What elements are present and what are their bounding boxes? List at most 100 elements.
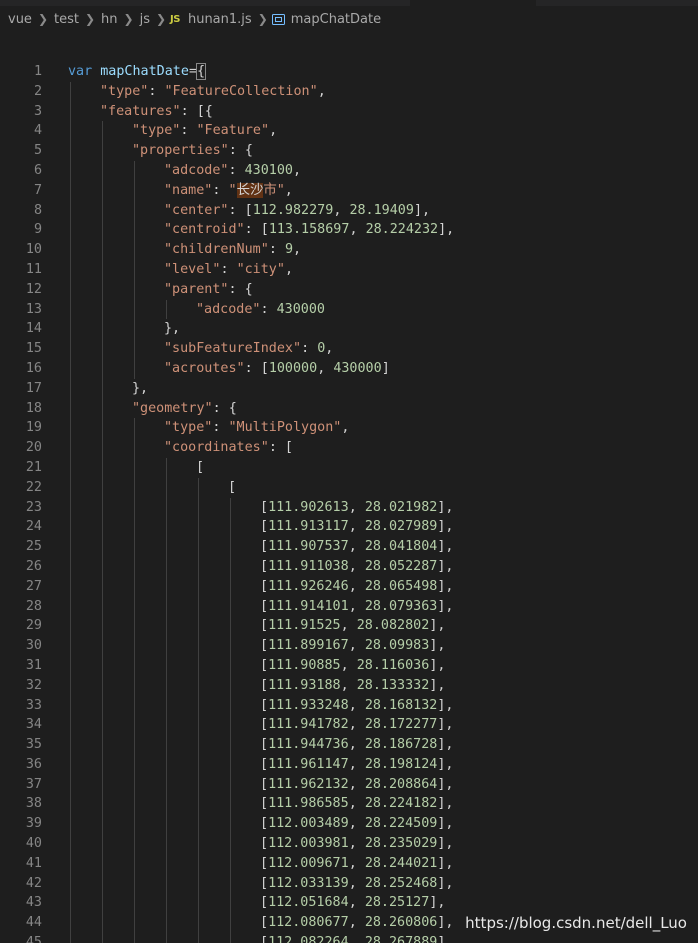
code-line[interactable]: 32 [111.93188, 28.133332], [0,675,698,696]
code-line[interactable]: 39 [112.003489, 28.224509], [0,814,698,835]
breadcrumb-item-symbol[interactable]: mapChatDate [289,12,383,27]
code-line[interactable]: 42 [112.033139, 28.252468], [0,873,698,894]
code-line[interactable]: 43 [112.051684, 28.25127], [0,893,698,914]
indent-guide [198,517,199,538]
code-line[interactable]: 31 [111.90885, 28.116036], [0,655,698,676]
code-line[interactable]: 28 [111.914101, 28.079363], [0,596,698,617]
number-token: 111.933248 [268,697,349,713]
indent-guide [70,259,71,280]
code-line[interactable]: 35 [111.944736, 28.186728], [0,735,698,755]
code-line[interactable]: 9 "centroid": [113.158697, 28.224232], [0,220,698,241]
punctuation-token: ], [437,776,454,792]
code-line[interactable]: 38 [111.986585, 28.224182], [0,794,698,815]
code-editor[interactable]: 1 var mapChatDate={2 "type": "FeatureColle… [0,62,698,943]
indent-guide [102,160,103,181]
code-line[interactable]: 33 [111.933248, 28.168132], [0,695,698,716]
number-token: 111.986585 [268,796,349,812]
indent-guide [134,556,135,577]
chevron-right-icon: ❯ [123,12,134,26]
indent-guide [70,933,71,943]
breadcrumb-item-vue[interactable]: vue [6,12,34,27]
punctuation-token: = [188,64,197,79]
indent-guide [102,893,103,914]
code-line[interactable]: 20 "coordinates": [ [0,438,698,458]
code-line[interactable]: 1 var mapChatDate={ [0,62,698,82]
code-line[interactable]: 45 [112.082264, 28.267889], [0,933,698,943]
code-line[interactable]: 40 [112.003981, 28.235029], [0,834,698,854]
code-line[interactable]: 30 [111.899167, 28.09983], [0,636,698,656]
code-line[interactable]: 41 [112.009671, 28.244021], [0,853,698,874]
code-line[interactable]: 6 "adcode": 430100, [0,160,698,181]
code-line[interactable]: 21 [ [0,457,698,478]
indent-guide [134,537,135,557]
code-line[interactable]: 37 [111.962132, 28.208864], [0,774,698,795]
indent-guide [166,596,167,617]
code-line[interactable]: 12 "parent": { [0,279,698,300]
number-token: 28.224509 [364,816,438,832]
code-line[interactable]: 26 [111.911038, 28.052287], [0,556,698,577]
code-line[interactable]: 23 [111.902613, 28.021982], [0,497,698,518]
indent-guide [70,279,71,300]
code-line[interactable]: 17}, [0,378,698,399]
indent-guide [102,477,103,498]
code-line[interactable]: 22 [ [0,477,698,498]
line-number: 35 [25,737,42,753]
punctuation-token: , [348,796,365,812]
line-number: 33 [25,697,42,713]
indent-guide [166,477,167,498]
number-token: 112.982279 [252,202,334,218]
breadcrumb-item-file[interactable]: hunan1.js [186,12,254,27]
indent-guide [230,735,231,755]
code-text: "subFeatureIndex": 0, [164,339,333,359]
code-line[interactable]: 11 "level": "city", [0,259,698,280]
punctuation-token: , [348,915,365,931]
code-line[interactable]: 2 "type": "FeatureCollection", [0,81,698,102]
code-line[interactable]: 29 [111.91525, 28.082802], [0,616,698,637]
string-token: "adcode" [196,301,261,317]
number-token: 28.168132 [364,697,438,713]
indent-guide [166,517,167,538]
code-line[interactable]: 5 "properties": { [0,141,698,161]
line-number: 11 [25,261,42,277]
indent-guide [134,933,135,943]
number-token: 111.899167 [268,638,349,654]
breadcrumb-item-js[interactable]: js [138,12,152,27]
code-line[interactable]: 13 "adcode": 430000 [0,299,698,320]
breadcrumb-item-test[interactable]: test [52,12,81,27]
code-line[interactable]: 14}, [0,319,698,340]
line-number: 10 [25,242,42,258]
code-line[interactable]: 19 "type": "MultiPolygon", [0,418,698,439]
code-text: "parent": { [164,280,253,300]
punctuation-token: ], [437,539,454,555]
indent-guide [134,596,135,617]
punctuation-token: [ [260,935,269,943]
code-line[interactable]: 8 "center": [112.982279, 28.19409], [0,200,698,221]
code-line[interactable]: 4 "type": "Feature", [0,121,698,142]
punctuation-token: : [ [244,222,269,238]
code-line[interactable]: 27 [111.926246, 28.065498], [0,576,698,597]
code-line[interactable]: 15 "subFeatureIndex": 0, [0,339,698,359]
line-number: 36 [25,756,42,772]
code-line[interactable]: 3 "features": [{ [0,101,698,122]
indent-guide [198,735,199,755]
breadcrumb-item-hn[interactable]: hn [99,12,119,27]
code-line[interactable]: 7 "name": "长沙市", [0,180,698,201]
indent-guide [134,220,135,241]
code-line[interactable]: 16 "acroutes": [100000, 430000] [0,358,698,379]
code-line[interactable]: 25 [111.907537, 28.041804], [0,537,698,557]
code-line[interactable]: 36 [111.961147, 28.198124], [0,754,698,775]
punctuation-token: ], [437,836,454,852]
js-file-icon: JS [170,13,180,25]
code-text: [111.899167, 28.09983], [260,636,445,656]
tab-strip-segment [536,0,698,6]
code-text: [112.003489, 28.224509], [260,814,454,834]
indent-guide [166,576,167,597]
code-line[interactable]: 18 "geometry": { [0,398,698,419]
code-line[interactable]: 34 [111.941782, 28.172277], [0,715,698,736]
number-token: 111.902613 [268,499,349,515]
code-line[interactable]: 10 "childrenNum": 9, [0,240,698,260]
string-token: "type" [100,83,149,99]
punctuation-token: [ [260,618,269,634]
code-line[interactable]: 24 [111.913117, 28.027989], [0,517,698,538]
indent-guide [198,695,199,716]
